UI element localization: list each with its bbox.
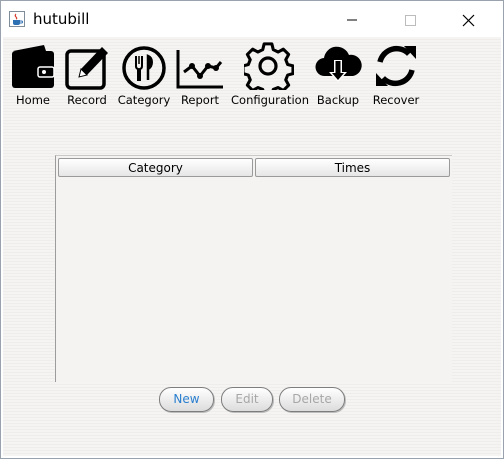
cloud-download-icon <box>315 46 362 82</box>
toolbar-backup-label: Backup <box>316 93 360 107</box>
minimize-button[interactable] <box>329 5 375 33</box>
window-title: hutubill <box>33 10 90 28</box>
column-header-times[interactable]: Times <box>255 158 450 177</box>
title-bar[interactable]: hutubill <box>1 1 503 37</box>
new-button[interactable]: New <box>159 387 214 412</box>
gear-icon <box>244 42 294 90</box>
column-header-category[interactable]: Category <box>58 158 253 177</box>
java-cup-icon <box>9 11 25 27</box>
maximize-icon <box>405 15 416 26</box>
close-button[interactable] <box>445 5 491 33</box>
toolbar-configuration[interactable]: Configuration <box>231 42 309 107</box>
main-panel: Home Record Category Report Configuratio… <box>3 37 501 456</box>
toolbar-backup[interactable]: Backup <box>313 42 363 107</box>
toolbar-report[interactable]: Report <box>175 42 225 107</box>
edit-button[interactable]: Edit <box>221 387 273 412</box>
app-window: hutubill Home Record Category Report Con… <box>0 0 504 459</box>
chart-icon <box>176 50 223 89</box>
close-icon <box>462 14 475 27</box>
plate-cutlery-icon <box>122 46 166 90</box>
wallet-icon <box>12 45 55 88</box>
minimize-icon <box>347 19 357 21</box>
refresh-icon <box>376 45 416 87</box>
toolbar-report-label: Report <box>180 93 220 107</box>
toolbar-configuration-label: Configuration <box>231 93 309 107</box>
toolbar-record-label: Record <box>67 93 107 107</box>
toolbar-recover[interactable]: Recover <box>369 42 423 107</box>
toolbar-home[interactable]: Home <box>9 42 57 107</box>
toolbar-category[interactable]: Category <box>117 42 171 107</box>
delete-button[interactable]: Delete <box>279 387 345 412</box>
toolbar-home-label: Home <box>16 93 50 107</box>
edit-icon <box>65 47 108 90</box>
toolbar-category-label: Category <box>117 93 171 107</box>
toolbar-record[interactable]: Record <box>61 42 113 107</box>
category-table[interactable]: Category Times <box>55 155 452 382</box>
maximize-button[interactable] <box>387 5 433 33</box>
toolbar-recover-label: Recover <box>372 93 420 107</box>
